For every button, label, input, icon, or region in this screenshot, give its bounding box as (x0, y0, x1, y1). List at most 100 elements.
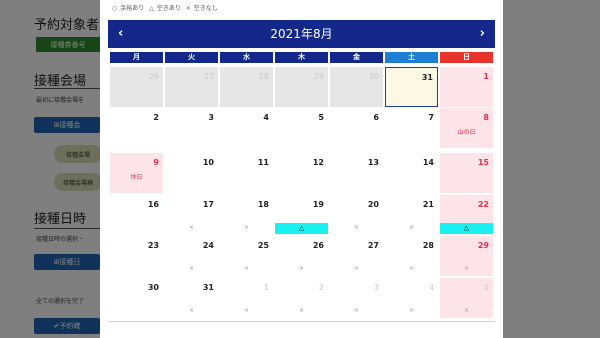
day-number: 23 (147, 241, 159, 250)
calendar-day-cell[interactable]: 24 × (165, 236, 218, 276)
calendar-modal: ○ 余裕あり △ 空きあり × 空きなし ‹ 2021年8月 › 月火水木金土日 26… (100, 0, 503, 338)
calendar-day-cell[interactable]: 7 (385, 108, 438, 148)
day-number: 1 (263, 283, 269, 292)
legend-label-ample: 余裕あり (120, 5, 145, 12)
day-number: 24 (202, 241, 214, 250)
calendar-day-cell[interactable]: 22 △ (440, 195, 493, 235)
calendar-day-cell[interactable]: 1 × (220, 278, 273, 318)
day-number: 13 (367, 158, 379, 167)
calendar-day-cell[interactable]: 6 (330, 108, 383, 148)
legend-symbol-full: × (185, 5, 191, 12)
calendar-day-cell[interactable]: 19 △ (275, 195, 328, 235)
calendar-day-cell[interactable]: 28 (220, 67, 273, 107)
day-number: 21 (422, 200, 434, 209)
day-number: 18 (257, 200, 269, 209)
day-number: 29 (477, 241, 489, 250)
day-number: 14 (422, 158, 434, 167)
calendar-day-cell[interactable]: 4 (220, 108, 273, 148)
calendar-day-cell[interactable]: 29 × (440, 236, 493, 276)
day-number: 28 (422, 241, 434, 250)
holiday-name: 山の日 (457, 129, 476, 136)
availability-bar[interactable]: △ (275, 223, 328, 234)
weekday-label: 水 (220, 52, 273, 63)
calendar-day-cell[interactable]: 27 × (330, 236, 383, 276)
availability-status: × (408, 307, 415, 314)
calendar-day-cell[interactable]: 5 (275, 108, 328, 148)
availability-status: × (243, 307, 250, 314)
availability-status: × (463, 307, 470, 314)
calendar-month-title: 2021年8月 (270, 27, 333, 41)
calendar-day-cell[interactable]: 29 (275, 67, 328, 107)
calendar-day-cell[interactable]: 3 × (330, 278, 383, 318)
calendar-day-cell[interactable]: 4 × (385, 278, 438, 318)
availability-status: × (298, 307, 305, 314)
calendar-day-cell[interactable]: 28 × (385, 236, 438, 276)
day-number: 19 (312, 200, 324, 209)
calendar-day-cell[interactable]: 30 (110, 278, 163, 318)
day-number: 11 (257, 158, 269, 167)
day-number: 3 (373, 283, 379, 292)
weekday-label: 火 (165, 52, 218, 63)
availability-status: × (243, 265, 250, 272)
day-number: 25 (257, 241, 269, 250)
legend-label-available: 空きあり (156, 5, 181, 12)
day-number: 17 (202, 200, 214, 209)
calendar-day-cell[interactable]: 14 (385, 153, 438, 193)
calendar-day-cell[interactable]: 31 × (165, 278, 218, 318)
calendar-day-cell[interactable]: 16 (110, 195, 163, 235)
calendar-day-cell[interactable]: 27 (165, 67, 218, 107)
calendar-day-cell[interactable]: 31 (385, 67, 438, 107)
calendar-day-cell[interactable]: 2 (110, 108, 163, 148)
calendar-day-cell[interactable]: 20 × (330, 195, 383, 235)
availability-status: × (353, 224, 360, 231)
availability-status: × (243, 224, 250, 231)
calendar-day-cell[interactable]: 10 (165, 153, 218, 193)
day-number: 9 (153, 158, 159, 167)
calendar-header: ‹ 2021年8月 › (108, 20, 495, 48)
calendar-day-cell[interactable]: 2 × (275, 278, 328, 318)
weekday-label: 土 (385, 52, 438, 63)
availability-bar[interactable]: △ (440, 223, 493, 234)
day-number: 4 (263, 113, 269, 122)
day-number: 7 (428, 113, 434, 122)
calendar-day-cell[interactable]: 1 (440, 67, 493, 107)
availability-legend: ○ 余裕あり △ 空きあり × 空きなし (112, 3, 221, 12)
day-number: 15 (477, 158, 489, 167)
weekday-label: 日 (440, 52, 493, 63)
calendar-day-cell[interactable]: 21 × (385, 195, 438, 235)
calendar-day-cell[interactable]: 30 (330, 67, 383, 107)
weekday-label: 木 (275, 52, 328, 63)
calendar-day-cell[interactable]: 23 (110, 236, 163, 276)
modal-footer-divider (108, 321, 495, 322)
calendar-day-cell[interactable]: 26 × (275, 236, 328, 276)
day-number: 3 (208, 113, 214, 122)
availability-status: × (353, 307, 360, 314)
calendar-day-cell[interactable]: 12 (275, 153, 328, 193)
availability-status: × (463, 265, 470, 272)
calendar-day-cell[interactable]: 13 (330, 153, 383, 193)
calendar-day-cell[interactable]: 5 × (440, 278, 493, 318)
calendar-day-cell[interactable]: 9 休日 (110, 153, 163, 193)
legend-label-full: 空きなし (193, 5, 218, 12)
availability-status: × (408, 265, 415, 272)
calendar-day-cell[interactable]: 11 (220, 153, 273, 193)
calendar-day-cell[interactable]: 15 (440, 153, 493, 193)
day-number: 2 (318, 283, 324, 292)
chevron-right-icon[interactable]: › (472, 20, 493, 48)
calendar-day-cell[interactable]: 3 (165, 108, 218, 148)
calendar-day-cell[interactable]: 26 (110, 67, 163, 107)
calendar-day-cell[interactable]: 18 × (220, 195, 273, 235)
day-number: 26 (312, 241, 324, 250)
calendar-day-cell[interactable]: 17 × (165, 195, 218, 235)
day-number: 20 (367, 200, 379, 209)
calendar-day-cell[interactable]: 25 × (220, 236, 273, 276)
legend-symbol-ample: ○ (112, 5, 118, 12)
day-number: 26 (148, 72, 159, 81)
day-number: 8 (483, 113, 489, 122)
day-number: 5 (318, 113, 324, 122)
day-number: 2 (153, 113, 159, 122)
calendar-day-cell[interactable]: 8 山の日 (440, 108, 493, 148)
weekday-label: 月 (110, 52, 163, 63)
day-number: 12 (312, 158, 324, 167)
day-number: 1 (483, 72, 489, 81)
